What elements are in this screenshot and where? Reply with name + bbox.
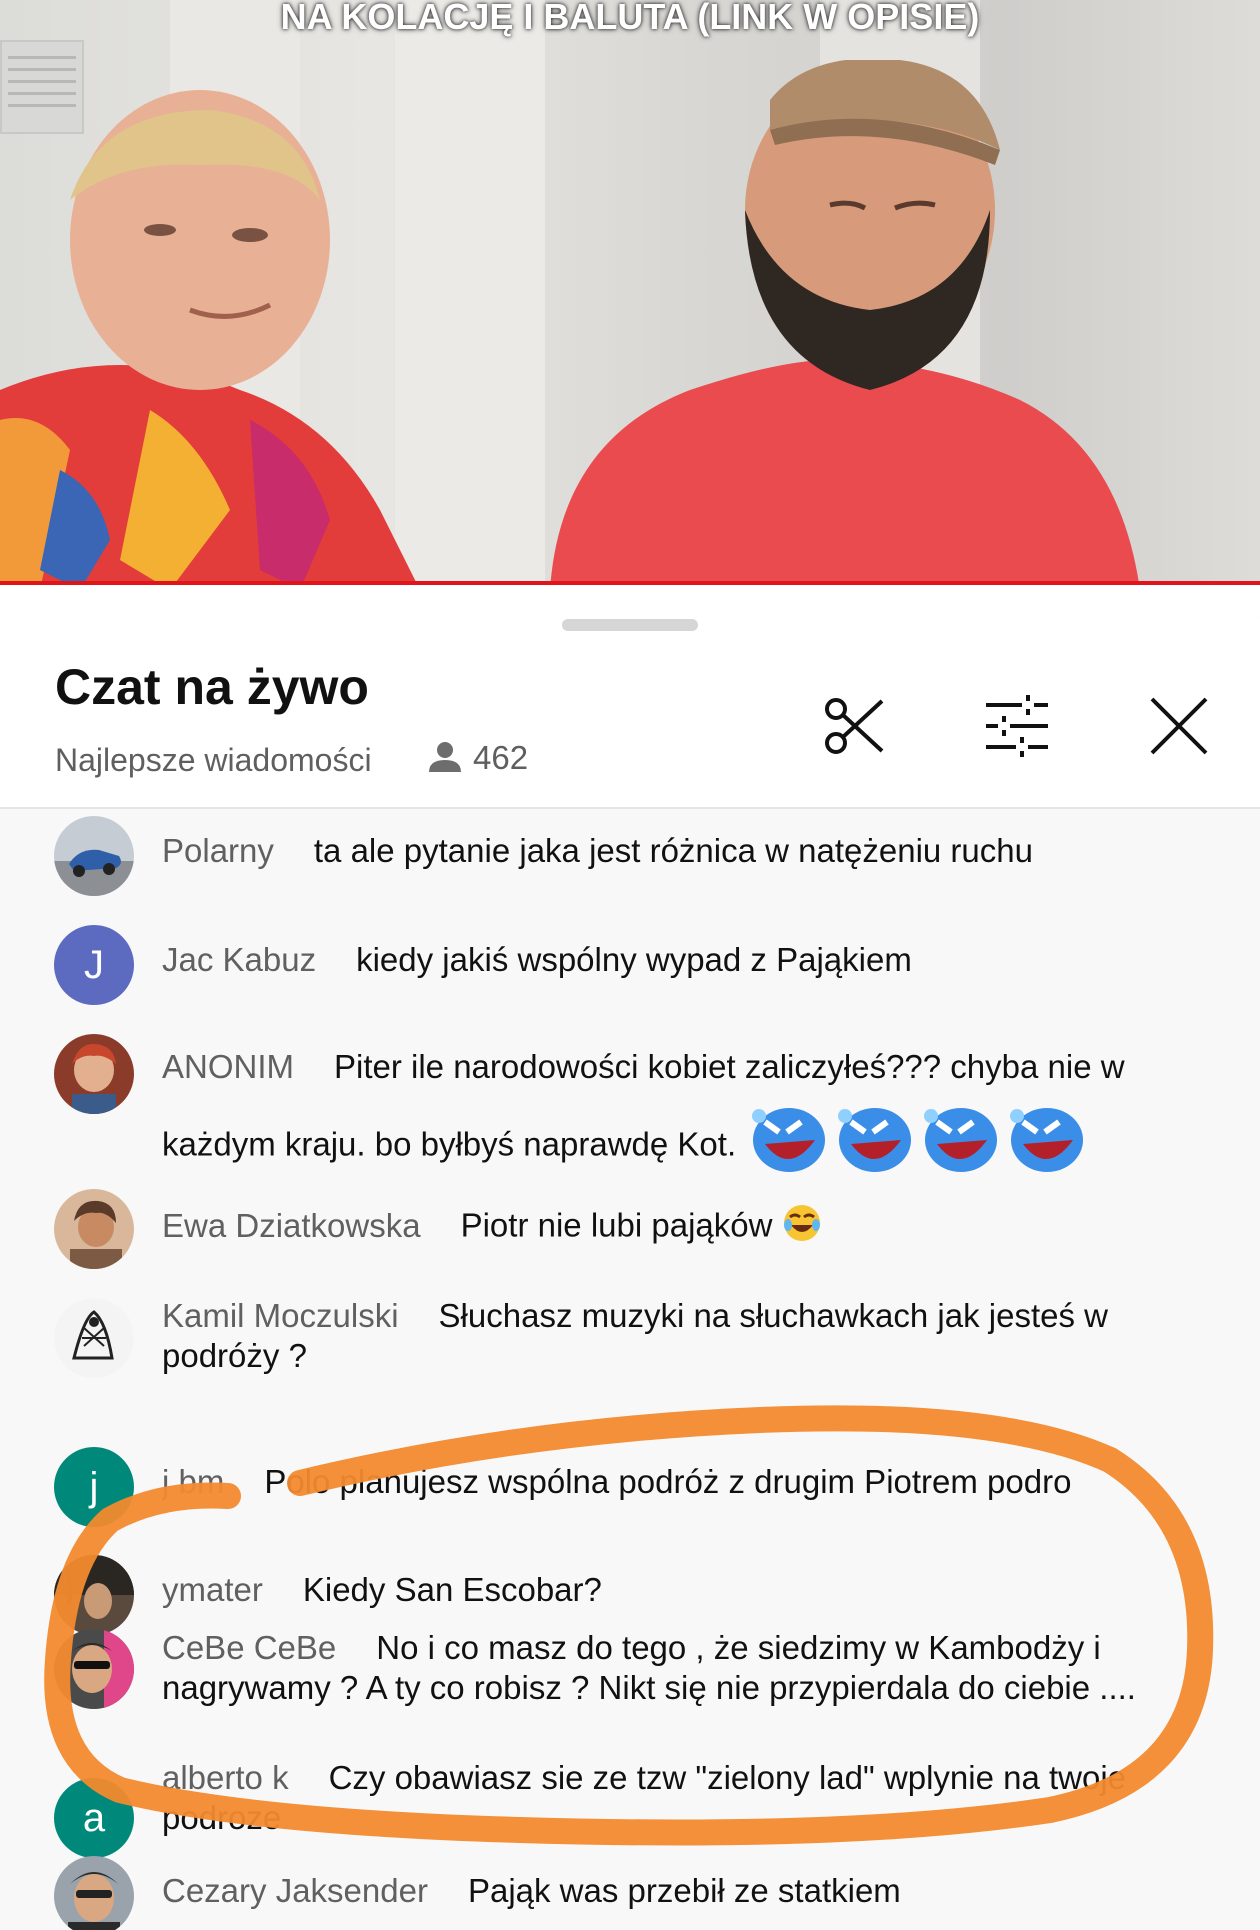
avatar[interactable]: [54, 1189, 134, 1269]
message-author[interactable]: Ewa Dziatkowska: [162, 1207, 421, 1244]
rofl-emoji: [1003, 1098, 1089, 1196]
avatar[interactable]: [54, 1298, 134, 1378]
header-divider: [0, 807, 1260, 809]
chat-header: Czat na żywo Najlepsze wiadomości 462: [0, 586, 1260, 808]
message-author[interactable]: ymater: [162, 1571, 263, 1608]
filter-settings-button[interactable]: [977, 686, 1057, 766]
tears-of-joy-emoji: [782, 1203, 822, 1253]
person-icon: [429, 742, 461, 772]
avatar[interactable]: [54, 1629, 134, 1709]
avatar[interactable]: [54, 1034, 134, 1114]
live-chat-panel: Czat na żywo Najlepsze wiadomości 462 Po…: [0, 586, 1260, 1930]
avatar[interactable]: j: [54, 1447, 134, 1527]
video-progress-bar[interactable]: [0, 581, 1260, 585]
message-text: Kiedy San Escobar?: [302, 1571, 602, 1608]
sliders-icon: [986, 695, 1048, 757]
message-text: kiedy jakiś wspólny wypad z Pająkiem: [356, 941, 912, 978]
message-text: Piotr nie lubi pająków: [460, 1206, 773, 1244]
message-author[interactable]: Jac Kabuz: [162, 941, 316, 978]
viewer-count: 462: [425, 738, 528, 778]
avatar[interactable]: a: [54, 1778, 134, 1858]
avatar[interactable]: [54, 816, 134, 896]
message-author[interactable]: j bm: [162, 1463, 224, 1500]
message-author[interactable]: Polarny: [162, 832, 274, 869]
right-person: [550, 60, 1140, 585]
message-author[interactable]: CeBe CeBe: [162, 1629, 336, 1666]
message-author[interactable]: alberto k: [162, 1759, 289, 1796]
viewer-count-value: 462: [473, 739, 529, 776]
avatar[interactable]: J: [54, 925, 134, 1005]
scissors-icon: [825, 698, 884, 754]
left-person: [0, 90, 418, 585]
avatar[interactable]: [54, 1856, 134, 1930]
rofl-emoji: [831, 1098, 917, 1196]
close-icon: [1150, 697, 1208, 755]
drag-handle[interactable]: [562, 619, 698, 631]
avatar[interactable]: [54, 1555, 134, 1635]
message-text: ta ale pytanie jaka jest różnica w natęż…: [313, 832, 1033, 869]
close-button[interactable]: [1139, 686, 1219, 766]
message-author[interactable]: ANONIM: [162, 1048, 294, 1085]
chat-mode-selector[interactable]: Najlepsze wiadomości: [55, 742, 372, 779]
message-text: Polo planujesz wspólna podróż z drugim P…: [264, 1463, 1072, 1500]
message-author[interactable]: Kamil Moczulski: [162, 1297, 399, 1334]
message-text: Czy obawiasz sie ze tzw "zielony lad" wp…: [162, 1759, 1127, 1836]
message-author[interactable]: Cezary Jaksender: [162, 1872, 428, 1909]
message-text: Pająk was przebił ze statkiem: [467, 1872, 901, 1909]
video-caption: NA KOLACJĘ I BALUTA (LINK W OPISIE): [280, 0, 980, 37]
rofl-emoji: [917, 1098, 1003, 1196]
chat-title: Czat na żywo: [55, 659, 369, 715]
rofl-emoji: [745, 1098, 831, 1196]
video-player[interactable]: NA KOLACJĘ I BALUTA (LINK W OPISIE): [0, 0, 1260, 585]
clip-button[interactable]: [815, 686, 895, 766]
